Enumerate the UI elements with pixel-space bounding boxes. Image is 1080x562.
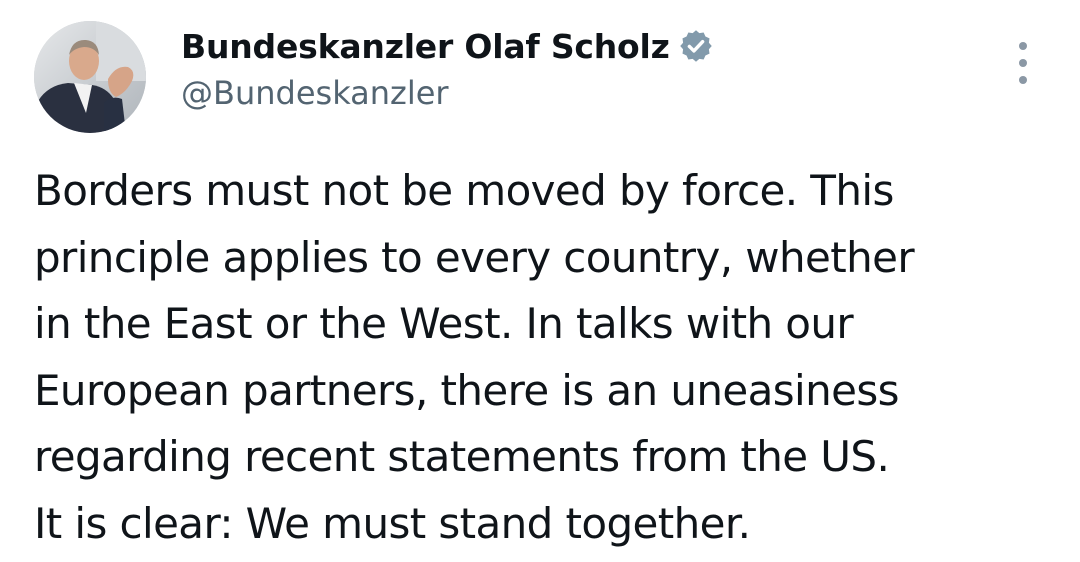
author-display-name[interactable]: Bundeskanzler Olaf Scholz xyxy=(181,27,670,66)
author-avatar[interactable] xyxy=(34,21,146,133)
tweet-text-line: Borders must not be moved by force. This xyxy=(34,166,894,215)
tweet-text-line: regarding recent statements from the US. xyxy=(34,432,890,481)
more-dot xyxy=(1019,76,1027,84)
tweet-text-line: in the East or the West. In talks with o… xyxy=(34,299,854,348)
avatar-photo xyxy=(34,21,146,133)
tweet-header: Bundeskanzler Olaf Scholz @Bundeskanzler xyxy=(181,22,714,112)
author-handle[interactable]: @Bundeskanzler xyxy=(181,74,714,112)
tweet-text: Borders must not be moved by force. This… xyxy=(34,158,1064,557)
tweet-text-line: It is clear: We must stand together. xyxy=(34,498,751,548)
more-dot xyxy=(1019,42,1027,50)
tweet: Bundeskanzler Olaf Scholz @Bundeskanzler… xyxy=(0,0,1080,562)
more-options-icon[interactable] xyxy=(1008,42,1038,84)
author-name-row: Bundeskanzler Olaf Scholz xyxy=(181,22,714,70)
tweet-text-line: European partners, there is an uneasines… xyxy=(34,365,900,415)
verified-badge-icon xyxy=(678,28,714,64)
more-dot xyxy=(1019,59,1027,67)
tweet-text-line: principle applies to every country, whet… xyxy=(34,232,915,282)
